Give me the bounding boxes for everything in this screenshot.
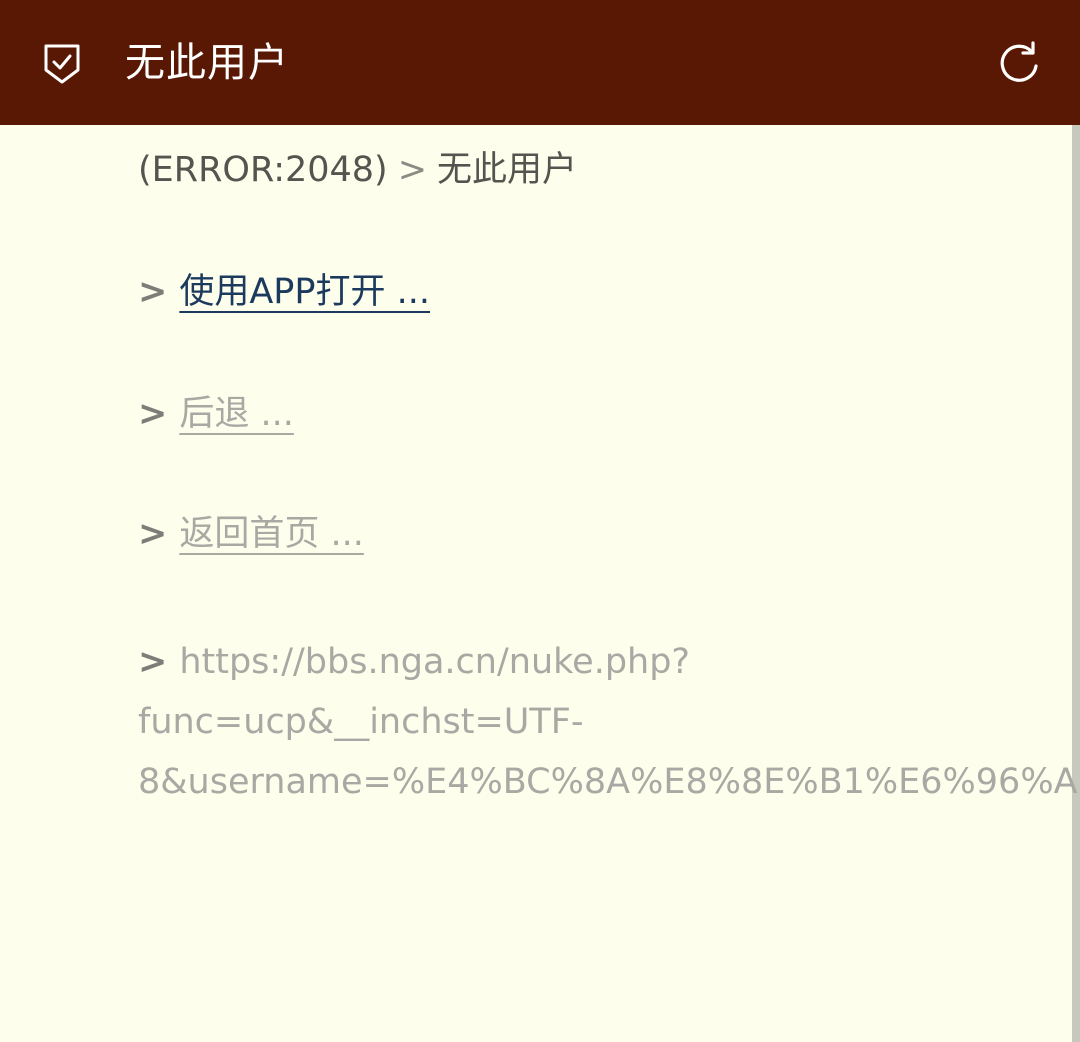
- error-line: (ERROR:2048) > 无此用户: [138, 148, 577, 192]
- error-code: (ERROR:2048): [138, 150, 388, 190]
- page-title: 无此用户: [125, 40, 289, 86]
- open-in-app-link[interactable]: 使用APP打开 ...: [179, 272, 430, 312]
- back-link[interactable]: 后退 ...: [179, 394, 294, 434]
- chevron-prefix: >: [138, 514, 168, 554]
- home-link[interactable]: 返回首页 ...: [179, 514, 364, 554]
- chevron-prefix: >: [138, 394, 168, 434]
- open-in-app-row: > 使用APP打开 ...: [138, 270, 430, 314]
- url-line-1: https://bbs.nga.cn/nuke.php?: [179, 642, 691, 682]
- error-arrow: >: [397, 150, 428, 190]
- refresh-icon[interactable]: [996, 41, 1042, 87]
- request-url: > https://bbs.nga.cn/nuke.php? func=ucp&_…: [138, 632, 1080, 812]
- back-row: > 后退 ...: [138, 392, 294, 436]
- chevron-prefix: >: [138, 272, 168, 312]
- chevron-prefix: >: [138, 642, 168, 682]
- top-app-bar: 无此用户: [0, 0, 1080, 125]
- error-message: 无此用户: [437, 150, 578, 190]
- home-row: > 返回首页 ...: [138, 512, 364, 556]
- shield-check-icon[interactable]: [42, 42, 82, 86]
- url-line-3: 8&username=%E4%BC%8A%E8%8E%B1%E6%96%A: [138, 762, 1078, 802]
- url-line-2: func=ucp&__inchst=UTF-: [138, 702, 584, 742]
- vertical-scrollbar[interactable]: [1072, 125, 1080, 1042]
- page-content: [0, 125, 1072, 1042]
